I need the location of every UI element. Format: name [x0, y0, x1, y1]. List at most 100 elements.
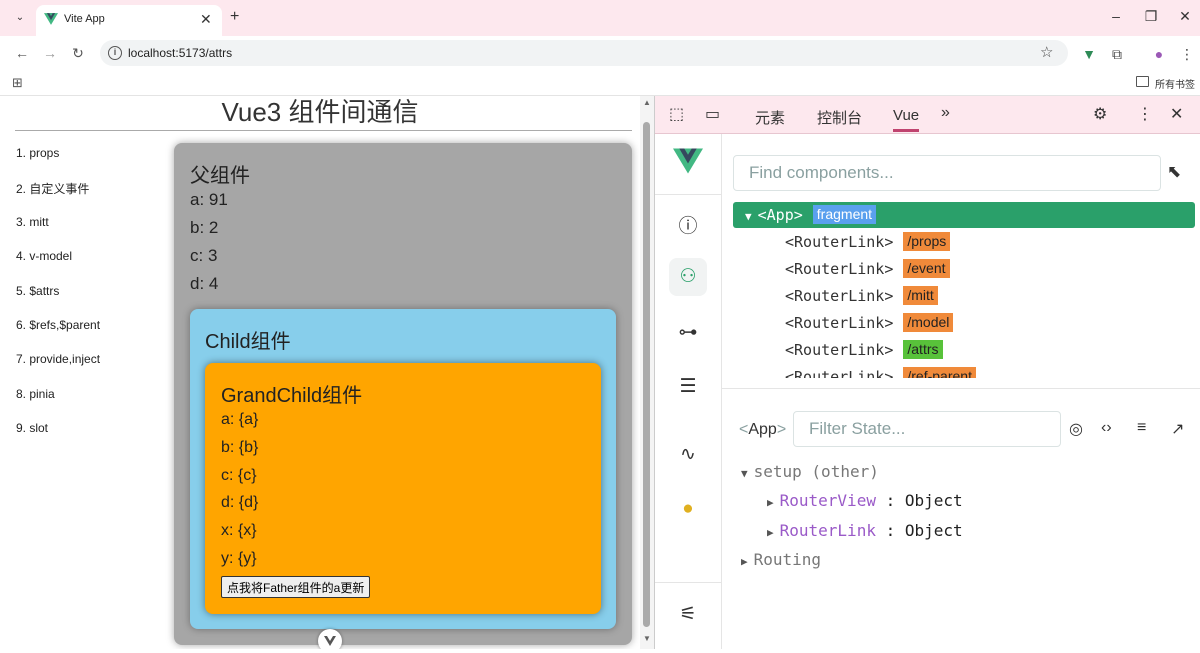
routing-group-row[interactable]: ▶ Routing: [741, 550, 821, 572]
collapse-caret-icon[interactable]: ▼: [745, 210, 752, 223]
tab-console[interactable]: 控制台: [817, 107, 862, 128]
father-value-d: d: 4: [190, 274, 219, 293]
page-title: Vue3 组件间通信: [221, 97, 419, 127]
expand-caret-icon[interactable]: ▶: [767, 496, 774, 509]
route-badge: /event: [903, 259, 950, 278]
external-link-icon[interactable]: ↗: [1171, 419, 1184, 439]
find-components-input[interactable]: Find components...: [733, 155, 1161, 191]
vue-logo-icon: [324, 636, 336, 646]
minimize-icon[interactable]: –: [1106, 8, 1126, 24]
sidebar-divider: [655, 582, 722, 583]
route-badge: /model: [903, 313, 954, 332]
state-entry-row[interactable]: ▶ RouterLink : Object: [767, 521, 963, 543]
devtools-close-icon[interactable]: ✕: [1170, 104, 1183, 124]
tree-row-routerlink[interactable]: <RouterLink> /props: [733, 229, 1195, 255]
page-viewport: Vue3 组件间通信 1. props 2. 自定义事件 3. mitt 4. …: [0, 96, 640, 649]
child-component: Child组件 GrandChild组件 a: {a} b: {b} c: {c…: [190, 309, 616, 629]
inspect-element-icon[interactable]: ⬚: [669, 104, 684, 124]
show-render-code-icon[interactable]: ≡: [1137, 419, 1146, 437]
tree-row-routerlink[interactable]: <RouterLink> /event: [733, 256, 1195, 282]
father-value-a: a: 91: [190, 190, 228, 209]
more-tabs-icon[interactable]: »: [941, 104, 950, 122]
url-text: localhost:5173/attrs: [128, 46, 233, 60]
router-icon[interactable]: ∿: [669, 436, 707, 474]
state-key: RouterView: [779, 491, 876, 510]
father-value-c: c: 3: [190, 246, 218, 265]
collapse-caret-icon[interactable]: ▼: [741, 467, 748, 480]
all-bookmarks-link[interactable]: 所有书签: [1155, 76, 1195, 91]
maximize-icon[interactable]: ❐: [1141, 8, 1161, 25]
apps-grid-icon[interactable]: ⊞: [12, 75, 23, 91]
tree-row-routerlink[interactable]: <RouterLink> /ref-parent: [733, 364, 1195, 378]
setup-group-row[interactable]: ▼ setup (other): [741, 462, 879, 484]
selected-component-label: <App>: [739, 421, 787, 438]
child-title: Child组件: [205, 331, 291, 353]
scroll-to-component-icon[interactable]: ◎: [1069, 419, 1083, 439]
extensions-icon[interactable]: ⧉: [1108, 46, 1126, 63]
scroll-down-icon[interactable]: ▼: [643, 634, 651, 643]
tree-row-routerlink[interactable]: <RouterLink> /model: [733, 310, 1195, 336]
scroll-up-icon[interactable]: ▲: [643, 98, 651, 107]
back-icon[interactable]: ←: [14, 45, 30, 61]
grandchild-value-c: c: {c}: [221, 467, 257, 484]
vue-devtools-float-button[interactable]: [318, 629, 342, 649]
setup-group-label: setup (other): [753, 462, 879, 481]
vue-logo-icon: [673, 148, 703, 174]
grandchild-value-d: d: {d}: [221, 494, 259, 511]
timeline-icon[interactable]: ☰: [669, 368, 707, 406]
tree-row-app[interactable]: ▼ <App> fragment: [733, 202, 1195, 228]
expand-caret-icon[interactable]: ▶: [741, 555, 748, 568]
open-in-editor-icon[interactable]: ‹›: [1101, 419, 1112, 437]
tab-search-dropdown[interactable]: ⌄: [10, 9, 30, 27]
scrollbar-thumb[interactable]: [643, 122, 650, 627]
grandchild-value-b: b: {b}: [221, 439, 259, 456]
components-icon[interactable]: ⚇: [669, 258, 707, 296]
nav-link-mitt[interactable]: 3. mitt: [16, 215, 100, 249]
nav-link-slot[interactable]: 9. slot: [16, 421, 100, 455]
devtools-menu-icon[interactable]: ⋮: [1137, 104, 1153, 124]
expand-caret-icon[interactable]: ▶: [767, 526, 774, 539]
vue-devtools-extension-icon[interactable]: ▼: [1080, 46, 1098, 62]
address-bar[interactable]: i localhost:5173/attrs ☆: [100, 40, 1068, 66]
component-tree-icon[interactable]: ⊶: [669, 314, 707, 352]
settings-gear-icon[interactable]: ⚙: [1093, 104, 1107, 124]
bookmark-star-icon[interactable]: ☆: [1040, 43, 1053, 61]
tab-elements[interactable]: 元素: [755, 107, 785, 128]
state-value: Object: [904, 491, 963, 510]
nav-link-ref-parent[interactable]: 6. $refs,$parent: [16, 318, 100, 352]
info-icon[interactable]: ⓘ: [669, 208, 707, 246]
profile-avatar[interactable]: ●: [1150, 46, 1168, 62]
component-picker-icon[interactable]: ⬉: [1167, 162, 1181, 182]
page-scrollbar[interactable]: ▲ ▼: [640, 96, 654, 649]
nav-link-props[interactable]: 1. props: [16, 146, 100, 180]
tree-row-routerlink[interactable]: <RouterLink> /mitt: [733, 283, 1195, 309]
bookmarks-bar: ⊞ 所有书签: [0, 70, 1200, 96]
browser-tab[interactable]: Vite App ✕: [36, 5, 222, 36]
settings-sliders-icon[interactable]: ⚟: [669, 596, 707, 634]
nav-link-provide-inject[interactable]: 7. provide,inject: [16, 352, 100, 386]
father-component: 父组件 a: 91 b: 2 c: 3 d: 4 Child组件 GrandCh…: [174, 143, 632, 645]
state-entry-row[interactable]: ▶ RouterView : Object: [767, 491, 963, 513]
tab-vue[interactable]: Vue: [893, 107, 920, 132]
new-tab-icon[interactable]: +: [230, 8, 239, 26]
site-info-icon[interactable]: i: [108, 46, 122, 60]
browser-menu-icon[interactable]: ⋮: [1178, 46, 1196, 63]
reload-icon[interactable]: ↻: [70, 45, 86, 62]
father-value-b: b: 2: [190, 218, 219, 237]
component-tag: <RouterLink>: [785, 314, 894, 332]
nav-link-model[interactable]: 4. v-model: [16, 249, 100, 283]
nav-link-attrs[interactable]: 5. $attrs: [16, 284, 100, 318]
device-toolbar-icon[interactable]: ▭: [705, 104, 720, 124]
nav-link-event[interactable]: 2. 自定义事件: [16, 180, 100, 214]
father-title: 父组件: [190, 165, 250, 187]
forward-icon[interactable]: →: [42, 45, 58, 61]
filter-state-input[interactable]: Filter State...: [793, 411, 1061, 447]
fragment-badge: fragment: [812, 205, 877, 224]
update-father-a-button[interactable]: 点我将Father组件的a更新: [221, 576, 371, 598]
tab-close-icon[interactable]: ✕: [200, 11, 212, 28]
tree-row-routerlink[interactable]: <RouterLink> /attrs: [733, 337, 1195, 363]
nav-link-pinia[interactable]: 8. pinia: [16, 387, 100, 421]
grandchild-component: GrandChild组件 a: {a} b: {b} c: {c} d: {d}…: [205, 363, 601, 614]
pinia-icon[interactable]: ●: [669, 490, 707, 528]
window-close-icon[interactable]: ✕: [1175, 8, 1195, 25]
